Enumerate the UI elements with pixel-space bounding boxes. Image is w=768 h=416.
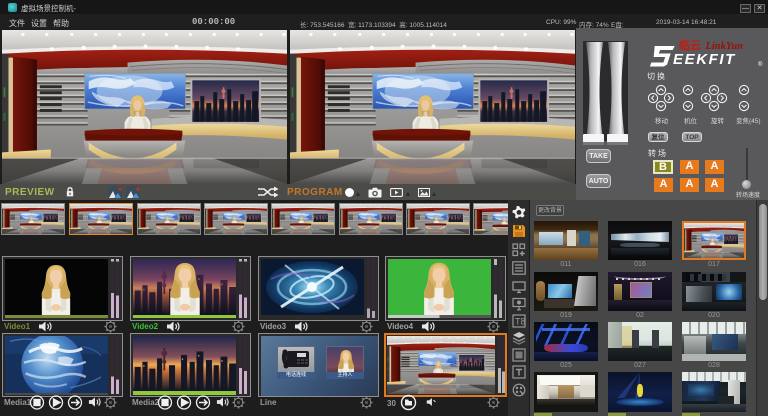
svg-text:®: ® bbox=[758, 61, 763, 68]
svg-text:T8: T8 bbox=[515, 317, 526, 327]
svg-text:EEKFIT: EEKFIT bbox=[673, 51, 736, 68]
